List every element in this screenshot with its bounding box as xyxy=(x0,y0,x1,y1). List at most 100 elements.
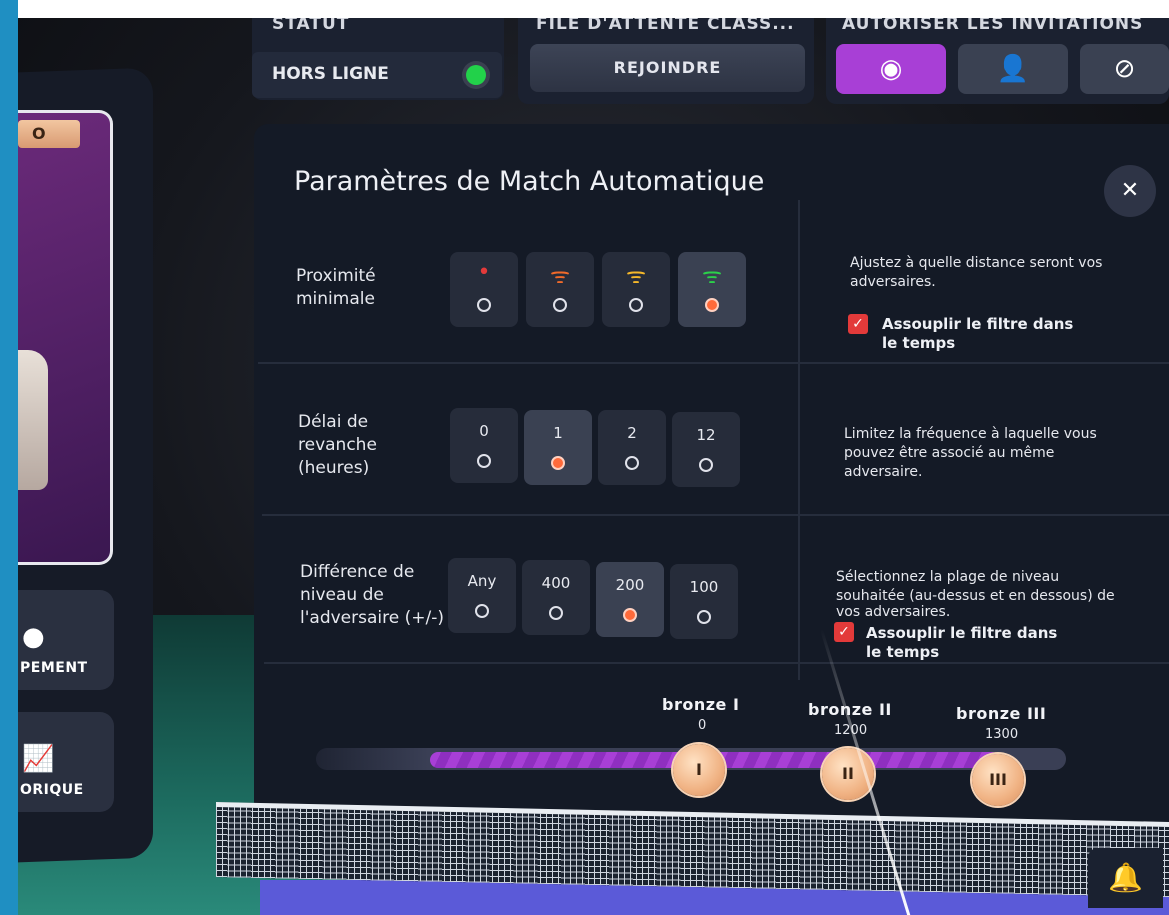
radio-button[interactable] xyxy=(629,298,643,312)
rematch-description: Limitez la fréquence à laquelle vous pou… xyxy=(844,425,1097,482)
relax-filter-checkbox[interactable]: ✓ xyxy=(848,314,868,334)
level-diff-label: Différence de niveau de l'adversaire (+/… xyxy=(300,561,444,630)
chart-icon: 📈 xyxy=(22,744,55,774)
description-line: pouvez être associé au même xyxy=(844,445,1055,461)
rematch-option[interactable]: 0 xyxy=(450,408,518,483)
description-line: Ajustez à quelle distance seront vos xyxy=(850,255,1103,271)
globe-icon: ◉ xyxy=(879,54,903,84)
level-diff-option-selected[interactable]: 200 xyxy=(596,562,664,637)
signal-high-icon: ᯤ xyxy=(701,264,723,289)
relax-filter-label: Assouplir le filtre dans le temps xyxy=(866,624,1057,662)
option-value: Any xyxy=(467,572,497,590)
rematch-label-line: revanche xyxy=(298,435,377,455)
proximity-label: Proximité minimale xyxy=(296,265,376,311)
notifications-button[interactable]: 🔔 xyxy=(1088,848,1163,908)
rematch-label-line: Délai de xyxy=(298,412,369,432)
row-divider xyxy=(258,362,1169,364)
ball-icon: ● xyxy=(22,622,46,652)
proximity-option-selected[interactable]: ᯤ xyxy=(678,252,746,327)
level-diff-label-line: niveau de xyxy=(300,585,384,605)
bell-icon: 🔔 xyxy=(1108,861,1143,894)
relax-filter-checkbox[interactable]: ✓ xyxy=(834,622,854,642)
status-value: HORS LIGNE xyxy=(272,64,389,84)
proximity-label-line: Proximité xyxy=(296,266,376,286)
proximity-description: Ajustez à quelle distance seront vos adv… xyxy=(850,254,1102,292)
rank-name: bronze II xyxy=(808,700,892,719)
status-indicator xyxy=(466,65,486,85)
window-edge xyxy=(0,0,18,915)
level-diff-option[interactable]: Any xyxy=(448,558,516,633)
window-top-edge xyxy=(18,0,1169,18)
description-line: vos adversaires. xyxy=(836,604,951,620)
proximity-option[interactable]: ᯤ xyxy=(602,252,670,327)
panel-title: Paramètres de Match Automatique xyxy=(294,166,765,197)
rematch-option[interactable]: 2 xyxy=(598,410,666,485)
option-value: 400 xyxy=(541,574,571,592)
radio-button[interactable] xyxy=(553,298,567,312)
description-line: adversaire. xyxy=(844,464,923,480)
relax-label-line: le temps xyxy=(866,643,940,661)
relax-label-line: le temps xyxy=(882,334,956,352)
option-value: 0 xyxy=(479,422,489,440)
radio-button[interactable] xyxy=(699,458,713,472)
invite-none-button[interactable]: ⊘ xyxy=(1080,44,1169,94)
check-icon: ✓ xyxy=(852,316,864,332)
row-divider xyxy=(264,662,1169,664)
description-line: Limitez la fréquence à laquelle vous xyxy=(844,426,1097,442)
player-badge: O xyxy=(18,120,80,148)
block-icon: ⊘ xyxy=(1113,54,1136,84)
radio-button[interactable] xyxy=(625,456,639,470)
description-line: adversaires. xyxy=(850,274,936,290)
player-avatar xyxy=(18,350,48,490)
radio-button[interactable] xyxy=(549,606,563,620)
proximity-option[interactable]: ᯤ xyxy=(526,252,594,327)
rematch-label: Délai de revanche (heures) xyxy=(298,411,377,480)
radio-button[interactable] xyxy=(697,610,711,624)
column-divider xyxy=(798,200,800,680)
option-value: 100 xyxy=(689,578,719,596)
rank-name: bronze I xyxy=(662,695,740,714)
rematch-option-selected[interactable]: 1 xyxy=(524,410,592,485)
signal-none-icon: • xyxy=(477,260,491,285)
proximity-option[interactable]: • xyxy=(450,252,518,327)
option-value: 1 xyxy=(553,424,563,442)
player-card[interactable] xyxy=(18,110,113,565)
level-diff-description: Sélectionnez la plage de niveau souhaité… xyxy=(836,568,1115,619)
description-line: Sélectionnez la plage de niveau xyxy=(836,569,1060,585)
rematch-option[interactable]: 12 xyxy=(672,412,740,487)
radio-button[interactable] xyxy=(475,604,489,618)
invite-everyone-button[interactable]: ◉ xyxy=(836,44,946,94)
radio-button[interactable] xyxy=(551,456,565,470)
radio-button[interactable] xyxy=(705,298,719,312)
equipment-button[interactable]: ● PEMENT xyxy=(18,590,114,690)
proximity-label-line: minimale xyxy=(296,289,375,309)
level-diff-option[interactable]: 100 xyxy=(670,564,738,639)
option-value: 2 xyxy=(627,424,637,442)
option-value: 12 xyxy=(696,426,716,444)
level-diff-option[interactable]: 400 xyxy=(522,560,590,635)
signal-medium-icon: ᯤ xyxy=(625,264,647,289)
friends-icon: 👤 xyxy=(996,54,1030,84)
radio-button[interactable] xyxy=(623,608,637,622)
status-row[interactable]: HORS LIGNE xyxy=(252,52,502,98)
relax-filter-label: Assouplir le filtre dans le temps xyxy=(882,315,1073,353)
history-label: ORIQUE xyxy=(20,782,84,798)
history-button[interactable]: 📈 ORIQUE xyxy=(18,712,114,812)
radio-button[interactable] xyxy=(477,454,491,468)
row-divider xyxy=(262,514,1169,516)
check-icon: ✓ xyxy=(838,624,850,640)
level-diff-label-line: Différence de xyxy=(300,562,415,582)
join-queue-button[interactable]: REJOINDRE xyxy=(530,44,805,92)
rank-min-level: 1300 xyxy=(985,727,1019,742)
radio-button[interactable] xyxy=(477,298,491,312)
relax-label-line: Assouplir le filtre dans xyxy=(882,315,1074,333)
rematch-label-line: (heures) xyxy=(298,458,370,478)
rank-handle[interactable]: III xyxy=(972,754,1024,806)
close-button[interactable]: ✕ xyxy=(1104,165,1156,217)
invite-friends-button[interactable]: 👤 xyxy=(958,44,1068,94)
signal-low-icon: ᯤ xyxy=(549,264,571,289)
close-icon: ✕ xyxy=(1120,178,1140,203)
equipment-label: PEMENT xyxy=(20,660,88,676)
level-diff-label-line: l'adversaire (+/-) xyxy=(300,608,444,628)
rank-handle[interactable]: I xyxy=(673,744,725,796)
